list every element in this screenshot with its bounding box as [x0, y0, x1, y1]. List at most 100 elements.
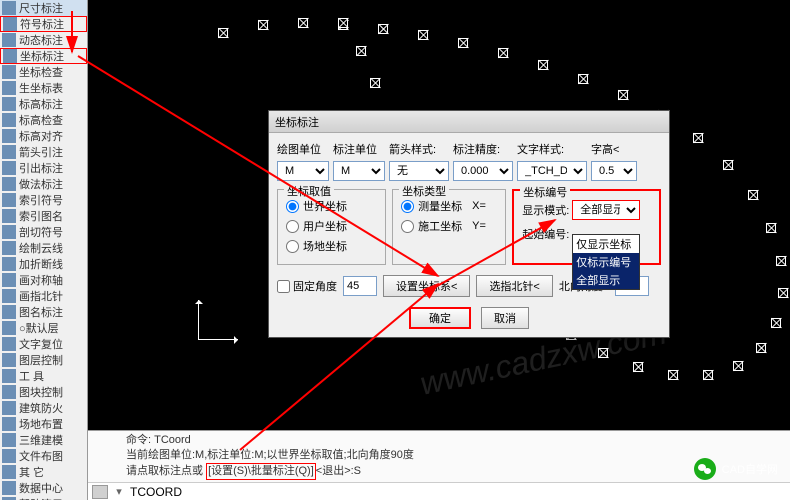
sidebar-item[interactable]: 文字复位: [0, 336, 87, 352]
sidebar-item[interactable]: 图层控制: [0, 352, 87, 368]
sidebar-item[interactable]: 索引符号: [0, 192, 87, 208]
radio-survey[interactable]: 测量坐标X=: [401, 196, 497, 216]
sidebar-item[interactable]: 坐标标注: [0, 48, 87, 64]
sidebar-item[interactable]: 建筑防火: [0, 400, 87, 416]
curve-point[interactable]: [370, 78, 380, 88]
sidebar-item[interactable]: 标高标注: [0, 96, 87, 112]
sidebar-item[interactable]: 生坐标表: [0, 80, 87, 96]
sidebar-item-icon: [2, 449, 16, 463]
curve-point[interactable]: [771, 318, 781, 328]
sidebar-item-icon: [2, 321, 16, 335]
curve-point[interactable]: [498, 48, 508, 58]
curve-point[interactable]: [618, 90, 628, 100]
sidebar-item[interactable]: 数据中心: [0, 480, 87, 496]
curve-point[interactable]: [703, 370, 713, 380]
curve-point[interactable]: [766, 223, 776, 233]
sidebar-item[interactable]: 绘制云线: [0, 240, 87, 256]
curve-point[interactable]: [258, 20, 268, 30]
sidebar-item[interactable]: 尺寸标注: [0, 0, 87, 16]
curve-point[interactable]: [458, 38, 468, 48]
curve-point[interactable]: [578, 74, 588, 84]
curve-point[interactable]: [668, 370, 678, 380]
sidebar-item-icon: [2, 385, 16, 399]
radio-site[interactable]: 场地坐标: [286, 236, 377, 256]
sidebar-item-icon: [2, 353, 16, 367]
sidebar-item-icon: [2, 81, 16, 95]
sidebar-item[interactable]: 动态标注: [0, 32, 87, 48]
cancel-button[interactable]: 取消: [481, 307, 529, 329]
height-select[interactable]: 0.5: [591, 161, 637, 181]
label-precision: 标注精度:: [453, 141, 513, 157]
pick-north-button[interactable]: 选指北针<: [476, 275, 552, 297]
wechat-badge: CAD自学网: [694, 458, 778, 480]
sidebar-item-icon: [2, 97, 16, 111]
sidebar-item[interactable]: 引出标注: [0, 160, 87, 176]
command-input-row[interactable]: ▾ TCOORD: [88, 482, 790, 500]
sidebar-item-icon: [2, 417, 16, 431]
sidebar-item[interactable]: ○默认层: [0, 320, 87, 336]
sidebar-item-icon: [2, 257, 16, 271]
display-mode-dropdown[interactable]: 仅显示坐标 仅标示编号 全部显示: [572, 234, 640, 290]
sidebar-item[interactable]: 图块控制: [0, 384, 87, 400]
command-input[interactable]: TCOORD: [130, 485, 182, 499]
sidebar-item[interactable]: 画指北针: [0, 288, 87, 304]
style-select[interactable]: _TCH_DIM: [517, 161, 587, 181]
ok-button[interactable]: 确定: [409, 307, 471, 329]
curve-point[interactable]: [418, 30, 428, 40]
sidebar-item[interactable]: 工 具: [0, 368, 87, 384]
curve-point[interactable]: [748, 190, 758, 200]
label-anno-unit: 标注单位: [333, 141, 385, 157]
curve-point[interactable]: [756, 343, 766, 353]
fixed-angle-checkbox[interactable]: 固定角度: [277, 278, 337, 294]
sidebar-item[interactable]: 文件布图: [0, 448, 87, 464]
curve-point[interactable]: [633, 362, 643, 372]
curve-point[interactable]: [733, 361, 743, 371]
sidebar-item[interactable]: 图名标注: [0, 304, 87, 320]
curve-point[interactable]: [356, 46, 366, 56]
sidebar-item[interactable]: 三维建模: [0, 432, 87, 448]
display-mode-select[interactable]: 全部显示: [572, 200, 640, 220]
sidebar-item[interactable]: 坐标检查: [0, 64, 87, 80]
sidebar-item[interactable]: 场地布置: [0, 416, 87, 432]
cmd-caret-icon: ▾: [112, 485, 126, 498]
curve-point[interactable]: [378, 24, 388, 34]
curve-point[interactable]: [776, 256, 786, 266]
sidebar-item[interactable]: 做法标注: [0, 176, 87, 192]
sidebar-item[interactable]: 标高检查: [0, 112, 87, 128]
sidebar-item-icon: [2, 1, 16, 15]
sidebar-item[interactable]: 箭头引注: [0, 144, 87, 160]
dialog-title: 坐标标注: [275, 114, 319, 130]
radio-user[interactable]: 用户坐标: [286, 216, 377, 236]
sidebar-item[interactable]: 索引图名: [0, 208, 87, 224]
sidebar-item-icon: [2, 433, 16, 447]
curve-point[interactable]: [338, 18, 348, 28]
curve-point[interactable]: [298, 18, 308, 28]
sidebar-item-icon: [2, 465, 16, 479]
curve-point[interactable]: [218, 28, 228, 38]
sidebar-item[interactable]: 加折断线: [0, 256, 87, 272]
unit-select[interactable]: M: [277, 161, 329, 181]
cmd-icon: [92, 485, 108, 499]
dialog-titlebar[interactable]: 坐标标注: [269, 111, 669, 133]
angle-input[interactable]: [343, 276, 377, 296]
anno-unit-select[interactable]: M: [333, 161, 385, 181]
sidebar-item-icon: [3, 17, 17, 31]
sidebar-item[interactable]: 剖切符号: [0, 224, 87, 240]
arrow-select[interactable]: 无: [389, 161, 449, 181]
sidebar-item[interactable]: 其 它: [0, 464, 87, 480]
sidebar-item[interactable]: 标高对齐: [0, 128, 87, 144]
sidebar-item[interactable]: 画对称轴: [0, 272, 87, 288]
sidebar-item-icon: [2, 177, 16, 191]
curve-point[interactable]: [538, 60, 548, 70]
label-height: 字高<: [591, 141, 619, 157]
radio-construct[interactable]: 施工坐标Y=: [401, 216, 497, 236]
radio-world[interactable]: 世界坐标: [286, 196, 377, 216]
precision-select[interactable]: 0.000: [453, 161, 513, 181]
curve-point[interactable]: [598, 348, 608, 358]
sidebar-item[interactable]: 帮助演示: [0, 496, 87, 500]
set-coord-button[interactable]: 设置坐标系<: [383, 275, 470, 297]
curve-point[interactable]: [723, 160, 733, 170]
curve-point[interactable]: [778, 288, 788, 298]
curve-point[interactable]: [693, 133, 703, 143]
sidebar-item[interactable]: 符号标注: [0, 16, 87, 32]
